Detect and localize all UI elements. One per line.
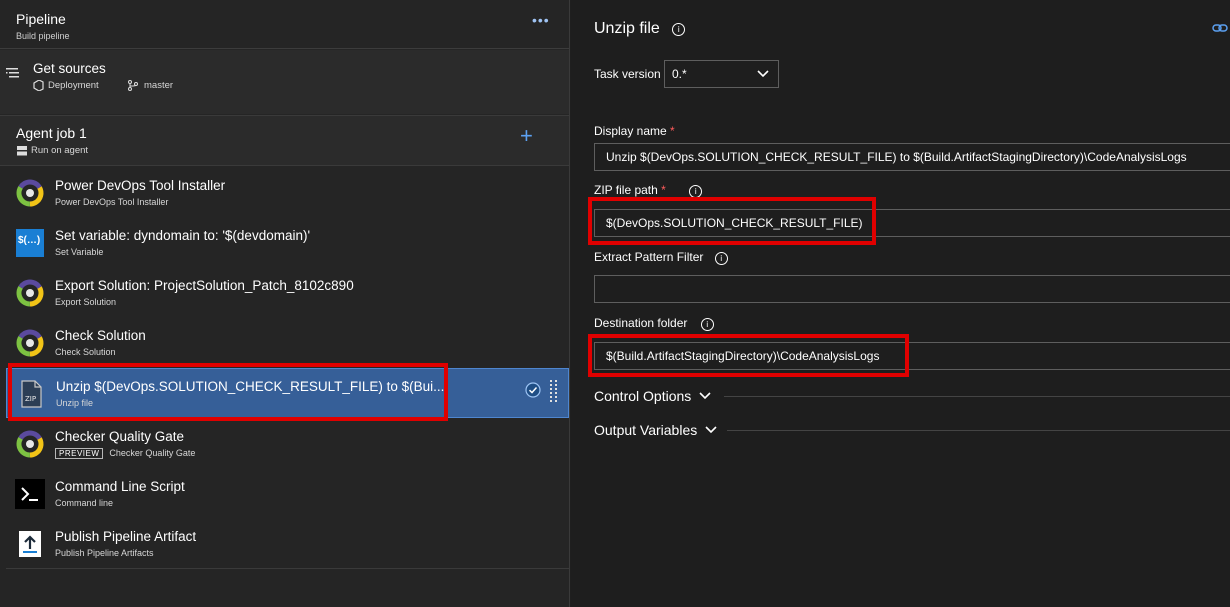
task-subtitle: Power DevOps Tool Installer — [55, 197, 169, 207]
extract-filter-input[interactable] — [594, 275, 1230, 303]
task-title: Checker Quality Gate — [55, 429, 185, 444]
terminal-icon — [15, 479, 45, 509]
task-title: Export Solution: ProjectSolution_Patch_8… — [55, 278, 354, 293]
required-marker: * — [661, 183, 666, 197]
agent-job-subtitle: Run on agent — [31, 145, 89, 156]
control-options-section[interactable]: Control Options — [594, 388, 711, 404]
task-version-select[interactable]: 0.* — [664, 60, 779, 88]
section-divider — [727, 430, 1230, 431]
task-title: Unzip $(DevOps.SOLUTION_CHECK_RESULT_FIL… — [56, 379, 445, 394]
pipeline-title: Pipeline — [16, 11, 66, 27]
link-icon[interactable] — [1212, 22, 1228, 34]
power-devops-icon — [16, 179, 44, 207]
extract-filter-label: Extract Pattern Filter i — [594, 250, 728, 265]
info-icon[interactable]: i — [714, 252, 728, 265]
required-marker: * — [670, 124, 675, 138]
info-icon[interactable]: i — [689, 185, 703, 198]
chevron-down-icon — [699, 392, 711, 400]
pipeline-subtitle: Build pipeline — [16, 31, 70, 41]
dest-folder-label: Destination folder i — [594, 316, 714, 331]
task-subtitle: Set Variable — [55, 247, 104, 257]
zip-path-label-text: ZIP file path — [594, 183, 658, 197]
pipeline-editor: Pipeline Build pipeline ••• Get sources … — [0, 0, 1230, 607]
drag-handle-icon[interactable] — [550, 380, 558, 402]
output-variables-section[interactable]: Output Variables — [594, 422, 717, 438]
task-title: Publish Pipeline Artifact — [55, 529, 197, 544]
detail-title-text: Unzip file — [594, 20, 660, 37]
task-item[interactable]: $(…) Set variable: dyndomain to: '$(devd… — [6, 218, 569, 268]
power-devops-icon — [16, 279, 44, 307]
detail-title: Unzip file i — [594, 20, 686, 38]
branch-icon — [128, 80, 138, 91]
info-icon[interactable]: i — [672, 23, 686, 36]
power-devops-icon — [16, 329, 44, 357]
zip-file-icon: ZIP — [21, 380, 42, 408]
task-item[interactable]: Export Solution: ProjectSolution_Patch_8… — [6, 268, 569, 318]
chevron-down-icon — [757, 70, 769, 78]
task-subtitle: Export Solution — [55, 297, 117, 307]
task-title: Set variable: dyndomain to: '$(devdomain… — [55, 228, 311, 243]
task-list-divider — [6, 568, 569, 569]
task-item[interactable]: Power DevOps Tool Installer Power DevOps… — [6, 168, 569, 218]
agent-job-title: Agent job 1 — [16, 125, 87, 141]
add-task-icon[interactable]: + — [520, 125, 533, 147]
task-subtitle-text: Checker Quality Gate — [109, 448, 196, 458]
task-subtitle: PREVIEW Checker Quality Gate — [55, 448, 195, 459]
info-icon[interactable]: i — [700, 318, 714, 331]
more-options-icon[interactable]: ••• — [532, 12, 550, 28]
dest-folder-label-text: Destination folder — [594, 316, 688, 330]
task-title: Command Line Script — [55, 479, 185, 494]
enabled-check-icon — [525, 382, 541, 398]
task-subtitle: Command line — [55, 498, 114, 508]
server-icon — [17, 146, 27, 156]
chevron-down-icon — [705, 426, 717, 434]
task-subtitle: Publish Pipeline Artifacts — [55, 548, 154, 558]
control-options-label: Control Options — [594, 388, 692, 404]
task-title: Check Solution — [55, 328, 146, 343]
task-item[interactable]: Checker Quality Gate PREVIEW Checker Qual… — [6, 419, 569, 469]
task-subtitle: Check Solution — [55, 347, 116, 357]
zip-path-input[interactable]: $(DevOps.SOLUTION_CHECK_RESULT_FILE) — [594, 209, 1230, 237]
upload-artifact-icon — [19, 531, 41, 557]
preview-badge: PREVIEW — [55, 448, 104, 459]
task-version-value: 0.* — [672, 67, 687, 81]
task-item-selected[interactable]: ZIP Unzip $(DevOps.SOLUTION_CHECK_RESULT… — [6, 368, 569, 418]
repo-icon — [33, 80, 44, 91]
power-devops-icon — [16, 430, 44, 458]
list-icon — [6, 68, 19, 78]
display-name-label-text: Display name — [594, 124, 667, 138]
task-version-label: Task version — [594, 67, 661, 81]
task-item[interactable]: Check Solution Check Solution — [6, 318, 569, 368]
repo-name: Deployment — [48, 80, 99, 91]
zip-path-label: ZIP file path * i — [594, 183, 703, 198]
task-detail-panel — [571, 0, 1230, 607]
display-name-label: Display name * — [594, 124, 675, 138]
zip-file-icon-text: ZIP — [25, 395, 36, 403]
set-variable-icon: $(…) — [16, 229, 44, 257]
section-divider — [724, 396, 1230, 397]
dest-folder-input[interactable]: $(Build.ArtifactStagingDirectory)\CodeAn… — [594, 342, 1230, 370]
pipeline-header[interactable] — [0, 0, 569, 49]
task-subtitle: Unzip file — [56, 398, 94, 408]
task-title: Power DevOps Tool Installer — [55, 178, 226, 193]
task-item[interactable]: Publish Pipeline Artifact Publish Pipeli… — [6, 519, 569, 569]
set-variable-icon-text: $(…) — [18, 235, 41, 246]
output-variables-label: Output Variables — [594, 422, 698, 438]
display-name-input[interactable]: Unzip $(DevOps.SOLUTION_CHECK_RESULT_FIL… — [594, 143, 1230, 171]
task-item[interactable]: Command Line Script Command line — [6, 469, 569, 519]
extract-filter-label-text: Extract Pattern Filter — [594, 250, 704, 264]
get-sources-title: Get sources — [33, 61, 106, 76]
branch-name: master — [144, 80, 174, 91]
